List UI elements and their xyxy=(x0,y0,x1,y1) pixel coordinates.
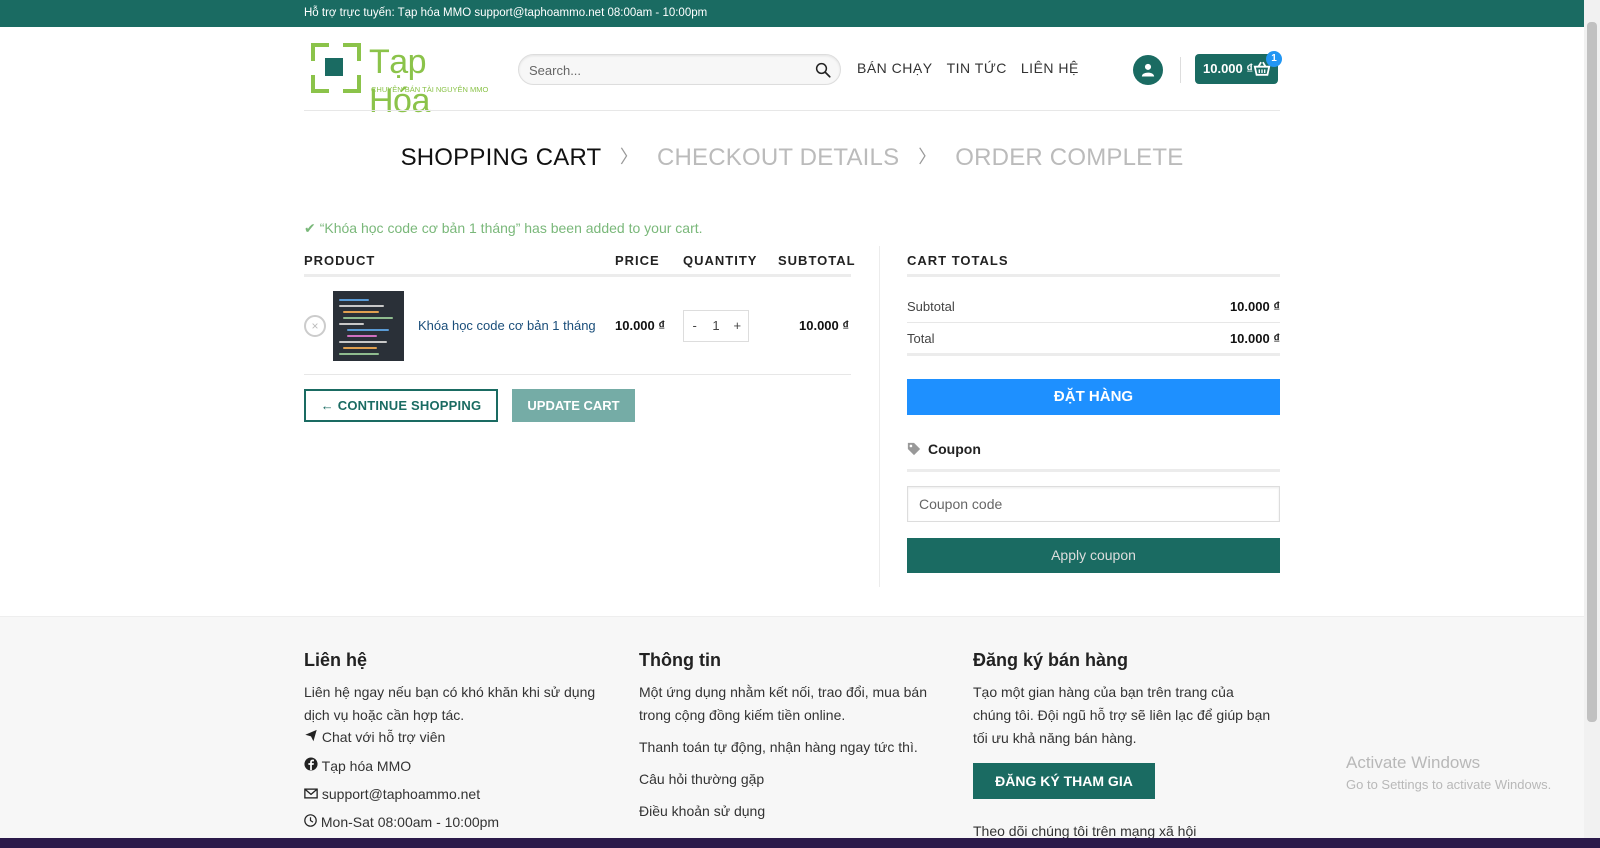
nav-item-best-selling[interactable]: BÁN CHẠY xyxy=(857,60,933,76)
header-divider-line xyxy=(304,110,1280,111)
coupon-line xyxy=(907,469,1280,472)
step-shopping-cart[interactable]: SHOPPING CART xyxy=(401,144,601,171)
facebook-icon xyxy=(304,757,318,771)
terms-link[interactable]: Điều khoản sử dụng xyxy=(639,800,939,823)
scrollbar-thumb[interactable] xyxy=(1587,22,1597,722)
apply-coupon-button[interactable]: Apply coupon xyxy=(907,538,1280,573)
footer-register-title: Đăng ký bán hàng xyxy=(973,650,1129,670)
added-to-cart-notice: ✔ “Khóa học code cơ bản 1 tháng” has been… xyxy=(304,220,703,237)
quantity-stepper: - 1 + xyxy=(683,310,749,342)
footer-info-desc: Một ứng dụng nhằm kết nối, trao đổi, mua… xyxy=(639,684,927,723)
clock-icon xyxy=(304,814,317,827)
nav-item-contact[interactable]: LIÊN HỆ xyxy=(1021,60,1079,76)
register-seller-button[interactable]: ĐĂNG KÝ THAM GIA xyxy=(973,763,1155,799)
continue-shopping-button[interactable]: ← CONTINUE SHOPPING xyxy=(304,389,498,422)
nav-item-news[interactable]: TIN TỨC xyxy=(947,60,1007,76)
watermark-title: Activate Windows xyxy=(1346,753,1481,772)
search-icon[interactable] xyxy=(814,61,832,79)
totals-bottom-line xyxy=(907,353,1280,356)
follow-social-text: Theo dõi chúng tôi trên mạng xã hội xyxy=(973,823,1197,839)
footer-register-column: Đăng ký bán hàng Tạo một gian hàng của b… xyxy=(973,650,1273,750)
coupon-title: Coupon xyxy=(928,441,981,457)
total-value: 10.000 ₫ xyxy=(1229,331,1280,346)
search-box xyxy=(518,54,841,85)
notice-text: “Khóa học code cơ bản 1 tháng” has been … xyxy=(319,220,703,236)
col-header-quantity: QUANTITY xyxy=(683,253,758,268)
totals-row-line xyxy=(907,322,1280,323)
header-divider xyxy=(1180,57,1181,83)
col-header-price: PRICE xyxy=(615,253,660,268)
logo-mark-icon xyxy=(311,43,361,93)
subtotal-value: 10.000 ₫ xyxy=(1229,299,1280,314)
search-input[interactable] xyxy=(529,61,799,79)
facebook-link[interactable]: Tạp hóa MMO xyxy=(304,757,604,774)
product-thumbnail[interactable] xyxy=(333,291,404,361)
user-icon xyxy=(1141,63,1155,77)
email-link[interactable]: support@taphoammo.net xyxy=(304,786,604,802)
step-checkout-details[interactable]: CHECKOUT DETAILS xyxy=(657,144,899,171)
facebook-label: Tạp hóa MMO xyxy=(321,758,412,774)
update-cart-button[interactable]: UPDATE CART xyxy=(512,389,635,422)
hours-info: Mon-Sat 08:00am - 10:00pm xyxy=(304,814,604,830)
watermark-subtitle: Go to Settings to activate Windows. xyxy=(1346,777,1552,792)
main-nav: BÁN CHẠY TIN TỨC LIÊN HỆ xyxy=(857,60,1079,76)
paper-plane-icon xyxy=(305,729,317,742)
col-header-subtotal: SUBTOTAL xyxy=(778,253,856,268)
chat-support-label: Chat với hỗ trợ viên xyxy=(321,729,446,745)
footer-info-title: Thông tin xyxy=(639,650,721,670)
place-order-button[interactable]: ĐẶT HÀNG xyxy=(907,379,1280,415)
row-subtotal: 10.000 ₫ xyxy=(799,318,850,333)
product-price: 10.000 ₫ xyxy=(615,318,666,333)
hours-label: Mon-Sat 08:00am - 10:00pm xyxy=(320,814,500,830)
checkmark-icon: ✔ xyxy=(304,220,316,236)
support-text: Hỗ trợ trực tuyến: Tạp hóa MMO support@t… xyxy=(304,7,708,19)
qty-input[interactable]: 1 xyxy=(705,311,726,341)
table-row-line xyxy=(304,374,851,375)
scrollbar[interactable] xyxy=(1584,0,1600,848)
logo-tagline: CHUYÊN BÁN TÀI NGUYÊN MMO xyxy=(371,85,489,94)
footer-contact-column: Liên hệ Liên hệ ngay nếu bạn có khó khăn… xyxy=(304,650,604,830)
chevron-right-icon: 〉 xyxy=(918,147,937,167)
cart-totals-title: CART TOTALS xyxy=(907,253,1009,268)
site-logo[interactable]: Tạp Hóa CHUYÊN BÁN TÀI NGUYÊN MMO xyxy=(311,43,491,120)
qty-minus-button[interactable]: - xyxy=(684,311,705,341)
windows-activation-watermark: Activate Windows Go to Settings to activ… xyxy=(1346,753,1551,792)
footer-register-desc: Tạo một gian hàng của bạn trên trang của… xyxy=(973,684,1271,746)
tag-icon xyxy=(907,442,921,456)
chat-support-link[interactable]: Chat với hỗ trợ viên xyxy=(304,729,604,745)
remove-item-button[interactable]: × xyxy=(304,315,326,337)
step-order-complete: ORDER COMPLETE xyxy=(955,144,1184,171)
os-taskbar xyxy=(0,838,1600,848)
checkout-steps: SHOPPING CART 〉 CHECKOUT DETAILS 〉 ORDER… xyxy=(0,144,1584,172)
coupon-field-wrapper xyxy=(907,486,1280,522)
cart-total: 10.000 ₫ xyxy=(1203,61,1254,76)
qty-plus-button[interactable]: + xyxy=(727,311,748,341)
table-header-line xyxy=(304,274,851,277)
product-name-link[interactable]: Khóa học code cơ bản 1 tháng xyxy=(418,318,596,333)
footer-contact-desc: Liên hệ ngay nếu bạn có khó khăn khi sử … xyxy=(304,684,596,723)
column-divider xyxy=(879,246,880,587)
cart-count-badge: 1 xyxy=(1266,51,1282,67)
site-header: Tạp Hóa CHUYÊN BÁN TÀI NGUYÊN MMO BÁN CH… xyxy=(0,27,1584,120)
top-info-bar: Hỗ trợ trực tuyến: Tạp hóa MMO support@t… xyxy=(0,0,1584,27)
chevron-right-icon: 〉 xyxy=(619,147,639,167)
account-button[interactable] xyxy=(1133,55,1163,85)
totals-header-line xyxy=(907,274,1280,277)
subtotal-label: Subtotal xyxy=(907,299,955,314)
coupon-heading: Coupon xyxy=(907,441,981,457)
total-label: Total xyxy=(907,331,935,346)
envelope-icon xyxy=(304,788,318,799)
footer-payment-text: Thanh toán tự động, nhận hàng ngay tức t… xyxy=(639,739,918,755)
coupon-code-input[interactable] xyxy=(908,487,1279,521)
faq-link[interactable]: Câu hỏi thường gặp xyxy=(639,768,939,791)
footer-contact-title: Liên hệ xyxy=(304,650,368,670)
footer-info-column: Thông tin Một ứng dụng nhằm kết nối, tra… xyxy=(639,650,939,823)
email-label: support@taphoammo.net xyxy=(321,786,481,802)
col-header-product: PRODUCT xyxy=(304,253,376,268)
